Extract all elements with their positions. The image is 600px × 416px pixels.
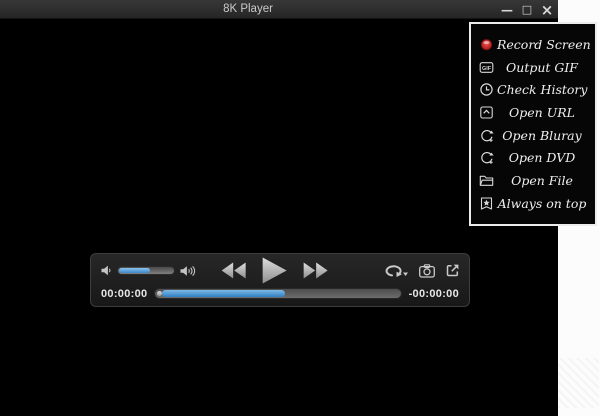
history-icon	[479, 82, 497, 97]
seek-bar[interactable]	[154, 288, 401, 299]
gif-icon: GIF	[479, 60, 497, 75]
dvd-icon	[479, 150, 497, 165]
menu-item-record-screen[interactable]: Record Screen	[471, 33, 595, 56]
fullscreen-expand-icon[interactable]	[446, 264, 459, 277]
transport-group	[221, 257, 328, 284]
seek-row: 00:00:00 -00:00:00	[101, 286, 459, 301]
minimize-button[interactable]: —	[500, 1, 514, 18]
volume-group	[101, 265, 196, 277]
window-title: 8K Player	[0, 0, 496, 19]
volume-slider[interactable]	[117, 266, 175, 275]
volume-high-icon[interactable]	[180, 265, 196, 277]
fast-forward-button[interactable]	[303, 262, 328, 279]
open-file-icon	[479, 173, 497, 188]
window-controls: — □ ×	[500, 0, 554, 19]
context-menu: Record Screen GIF Output GIF Check Histo…	[469, 22, 597, 226]
volume-low-icon[interactable]	[101, 265, 112, 276]
close-button[interactable]: ×	[540, 1, 554, 18]
watermark	[558, 358, 599, 408]
menu-item-check-history[interactable]: Check History	[471, 78, 595, 101]
record-icon	[479, 37, 497, 52]
url-icon	[479, 105, 497, 120]
maximize-button[interactable]: □	[520, 1, 534, 18]
menu-item-open-dvd[interactable]: Open DVD	[471, 146, 595, 169]
bluray-icon	[479, 128, 497, 143]
play-button[interactable]	[262, 257, 287, 284]
utility-group	[383, 263, 459, 278]
controls-row	[101, 257, 459, 284]
menu-item-output-gif[interactable]: GIF Output GIF	[471, 56, 595, 79]
seek-bar-fill	[162, 290, 285, 297]
always-on-top-icon	[479, 196, 497, 211]
svg-text:GIF: GIF	[482, 65, 492, 71]
title-bar[interactable]: 8K Player — □ ×	[0, 0, 558, 19]
rewind-button[interactable]	[221, 262, 246, 279]
menu-item-open-file[interactable]: Open File	[471, 169, 595, 192]
snapshot-camera-icon[interactable]	[419, 264, 435, 278]
menu-item-always-on-top[interactable]: Always on top	[471, 192, 595, 215]
menu-item-open-bluray[interactable]: Open Bluray	[471, 124, 595, 147]
elapsed-time: 00:00:00	[101, 288, 147, 300]
menu-item-open-url[interactable]: Open URL	[471, 101, 595, 124]
volume-fill	[119, 268, 150, 273]
remaining-time: -00:00:00	[409, 288, 459, 300]
control-bar: 00:00:00 -00:00:00	[90, 253, 470, 307]
loop-mode-icon[interactable]	[383, 263, 408, 278]
